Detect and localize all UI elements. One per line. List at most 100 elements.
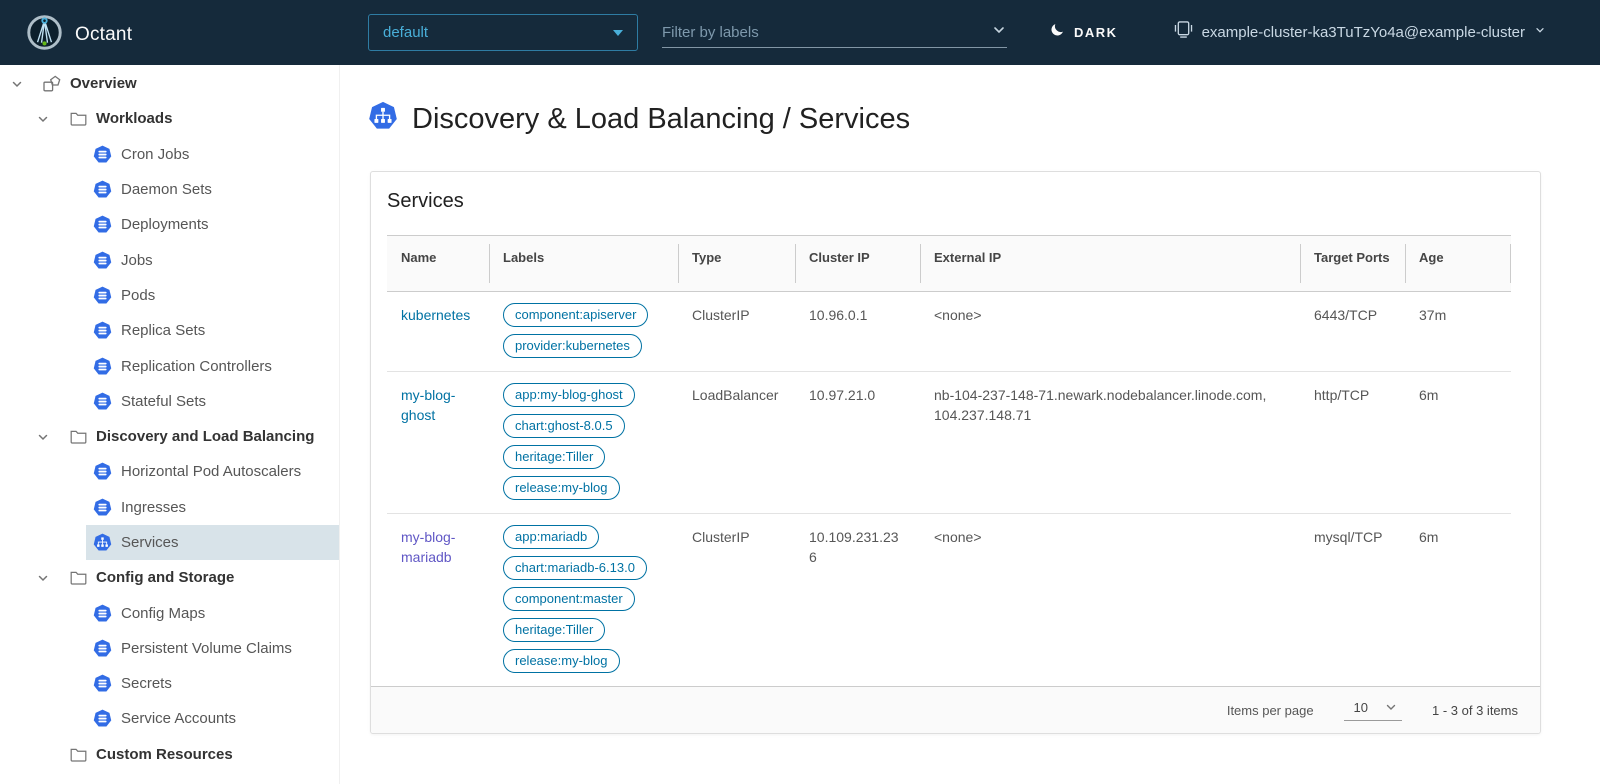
chevron-down-icon — [1534, 23, 1546, 41]
sidebar-item-label: Daemon Sets — [121, 181, 212, 198]
ingresses-icon — [93, 498, 112, 517]
sidebar-item-horizontal-pod-autoscalers[interactable]: Horizontal Pod Autoscalers — [86, 454, 339, 489]
theme-toggle-button[interactable]: DARK — [1050, 22, 1118, 42]
config-maps-icon — [93, 604, 112, 623]
cron-jobs-icon — [93, 145, 112, 164]
sidebar-item-label: Stateful Sets — [121, 393, 206, 410]
secrets-icon — [93, 674, 112, 693]
sidebar-item-config-and-storage[interactable]: Config and Storage — [0, 560, 339, 595]
sidebar-item-discovery-and-load-balancing[interactable]: Discovery and Load Balancing — [0, 419, 339, 454]
sidebar-item-custom-resources[interactable]: Custom Resources — [0, 737, 339, 772]
age-cell: 37m — [1405, 292, 1511, 372]
chevron-down-icon[interactable] — [36, 430, 52, 444]
age-cell: 6m — [1405, 372, 1511, 514]
service-page-icon — [368, 101, 398, 136]
sidebar-item-label: Service Accounts — [121, 710, 236, 727]
labels-cell: component:apiserverprovider:kubernetes — [489, 292, 678, 372]
label-pill: release:my-blog — [503, 476, 620, 500]
cluster-ip-cell: 10.96.0.1 — [795, 292, 920, 372]
sidebar-item-services[interactable]: Services — [86, 525, 339, 560]
namespace-select[interactable]: default — [368, 14, 638, 51]
overview-icon — [43, 75, 61, 93]
chevron-down-icon[interactable] — [10, 77, 26, 91]
cluster-context-text: example-cluster-ka3TuTzYo4a@example-clus… — [1202, 24, 1525, 41]
label-pill: app:mariadb — [503, 525, 599, 549]
sidebar-item-config-maps[interactable]: Config Maps — [86, 595, 339, 630]
sidebar-item-stateful-sets[interactable]: Stateful Sets — [86, 384, 339, 419]
chevron-down-icon[interactable] — [36, 112, 52, 126]
sidebar-item-label: Horizontal Pod Autoscalers — [121, 463, 301, 480]
table-header-row: NameLabelsTypeCluster IPExternal IPTarge… — [387, 236, 1511, 292]
label-pill: release:my-blog — [503, 649, 620, 673]
replica-sets-icon — [93, 321, 112, 340]
sidebar-item-persistent-volume-claims[interactable]: Persistent Volume Claims — [86, 631, 339, 666]
type-cell: ClusterIP — [678, 514, 795, 687]
sidebar-group-label: Workloads — [96, 110, 172, 127]
sidebar-item-label: Replication Controllers — [121, 358, 272, 375]
octant-logo-icon — [26, 14, 63, 56]
table-row: my-blog-mariadb app:mariadbchart:mariadb-… — [387, 514, 1511, 687]
sidebar-item-ingresses[interactable]: Ingresses — [86, 490, 339, 525]
app-header: Octant default Filter by labels DARK — [0, 0, 1600, 65]
sidebar-group-label: Custom Resources — [96, 746, 233, 763]
moon-icon — [1050, 22, 1065, 42]
table-footer: Items per page 10 1 - 3 of 3 items — [371, 686, 1540, 733]
sidebar-item-deployments[interactable]: Deployments — [86, 207, 339, 242]
chevron-down-icon[interactable] — [36, 571, 52, 585]
app-title: Octant — [75, 24, 132, 46]
name-cell: my-blog-mariadb — [387, 514, 489, 687]
label-pill: heritage:Tiller — [503, 445, 605, 469]
items-per-page-select[interactable]: 10 — [1344, 700, 1402, 721]
services-icon — [93, 533, 112, 552]
folder-icon — [70, 570, 87, 585]
sidebar-item-label: Secrets — [121, 675, 172, 692]
sidebar-item-service-accounts[interactable]: Service Accounts — [86, 701, 339, 736]
cluster-context-dropdown[interactable]: example-cluster-ka3TuTzYo4a@example-clus… — [1174, 21, 1546, 43]
page-title: Discovery & Load Balancing / Services — [412, 102, 910, 136]
labels-cell: app:mariadbchart:mariadb-6.13.0component… — [489, 514, 678, 687]
sidebar-item-label: Ingresses — [121, 499, 186, 516]
service-name-link[interactable]: kubernetes — [401, 307, 470, 323]
sidebar-item-replication-controllers[interactable]: Replication Controllers — [86, 348, 339, 383]
service-name-link[interactable]: my-blog-ghost — [401, 387, 455, 423]
sidebar-item-daemon-sets[interactable]: Daemon Sets — [86, 172, 339, 207]
sidebar-item-label: Jobs — [121, 252, 153, 269]
column-header-external-ip: External IP — [920, 236, 1300, 292]
folder-icon — [70, 111, 87, 126]
label-filter-input[interactable]: Filter by labels — [662, 18, 1007, 48]
persistent-volume-claims-icon — [93, 639, 112, 658]
sidebar-nav: Overview Workloads Cron Jobs Daemon Sets Dep… — [0, 65, 340, 784]
sidebar-item-label: Deployments — [121, 216, 209, 233]
column-header-target-ports: Target Ports — [1300, 236, 1405, 292]
sidebar-item-pods[interactable]: Pods — [86, 278, 339, 313]
sidebar-item-label: Cron Jobs — [121, 146, 189, 163]
column-header-cluster-ip: Cluster IP — [795, 236, 920, 292]
label-pill: chart:ghost-8.0.5 — [503, 414, 625, 438]
column-header-age: Age — [1405, 236, 1511, 292]
logo-area: Octant — [26, 14, 132, 56]
namespace-value: default — [383, 24, 613, 41]
theme-toggle-label: DARK — [1074, 25, 1118, 40]
sidebar-item-cron-jobs[interactable]: Cron Jobs — [86, 137, 339, 172]
sidebar-item-workloads[interactable]: Workloads — [0, 101, 339, 136]
sidebar-item-overview[interactable]: Overview — [0, 66, 339, 101]
service-name-link[interactable]: my-blog-mariadb — [401, 529, 455, 565]
target-ports-cell: mysql/TCP — [1300, 514, 1405, 687]
sidebar-item-label: Replica Sets — [121, 322, 205, 339]
sidebar-item-secrets[interactable]: Secrets — [86, 666, 339, 701]
label-pill: heritage:Tiller — [503, 618, 605, 642]
target-ports-cell: 6443/TCP — [1300, 292, 1405, 372]
sidebar-item-label: Persistent Volume Claims — [121, 640, 292, 657]
sidebar-item-jobs[interactable]: Jobs — [86, 242, 339, 277]
column-header-name: Name — [387, 236, 489, 292]
sidebar-item-replica-sets[interactable]: Replica Sets — [86, 313, 339, 348]
folder-icon — [70, 429, 87, 444]
label-filter-placeholder: Filter by labels — [662, 24, 991, 41]
type-cell: ClusterIP — [678, 292, 795, 372]
external-ip-cell: nb-104-237-148-71.newark.nodebalancer.li… — [920, 372, 1300, 514]
label-pill: app:my-blog-ghost — [503, 383, 635, 407]
main-content: Discovery & Load Balancing / Services Se… — [340, 65, 1600, 784]
chevron-down-icon[interactable] — [991, 22, 1007, 43]
target-ports-cell: http/TCP — [1300, 372, 1405, 514]
column-header-type: Type — [678, 236, 795, 292]
